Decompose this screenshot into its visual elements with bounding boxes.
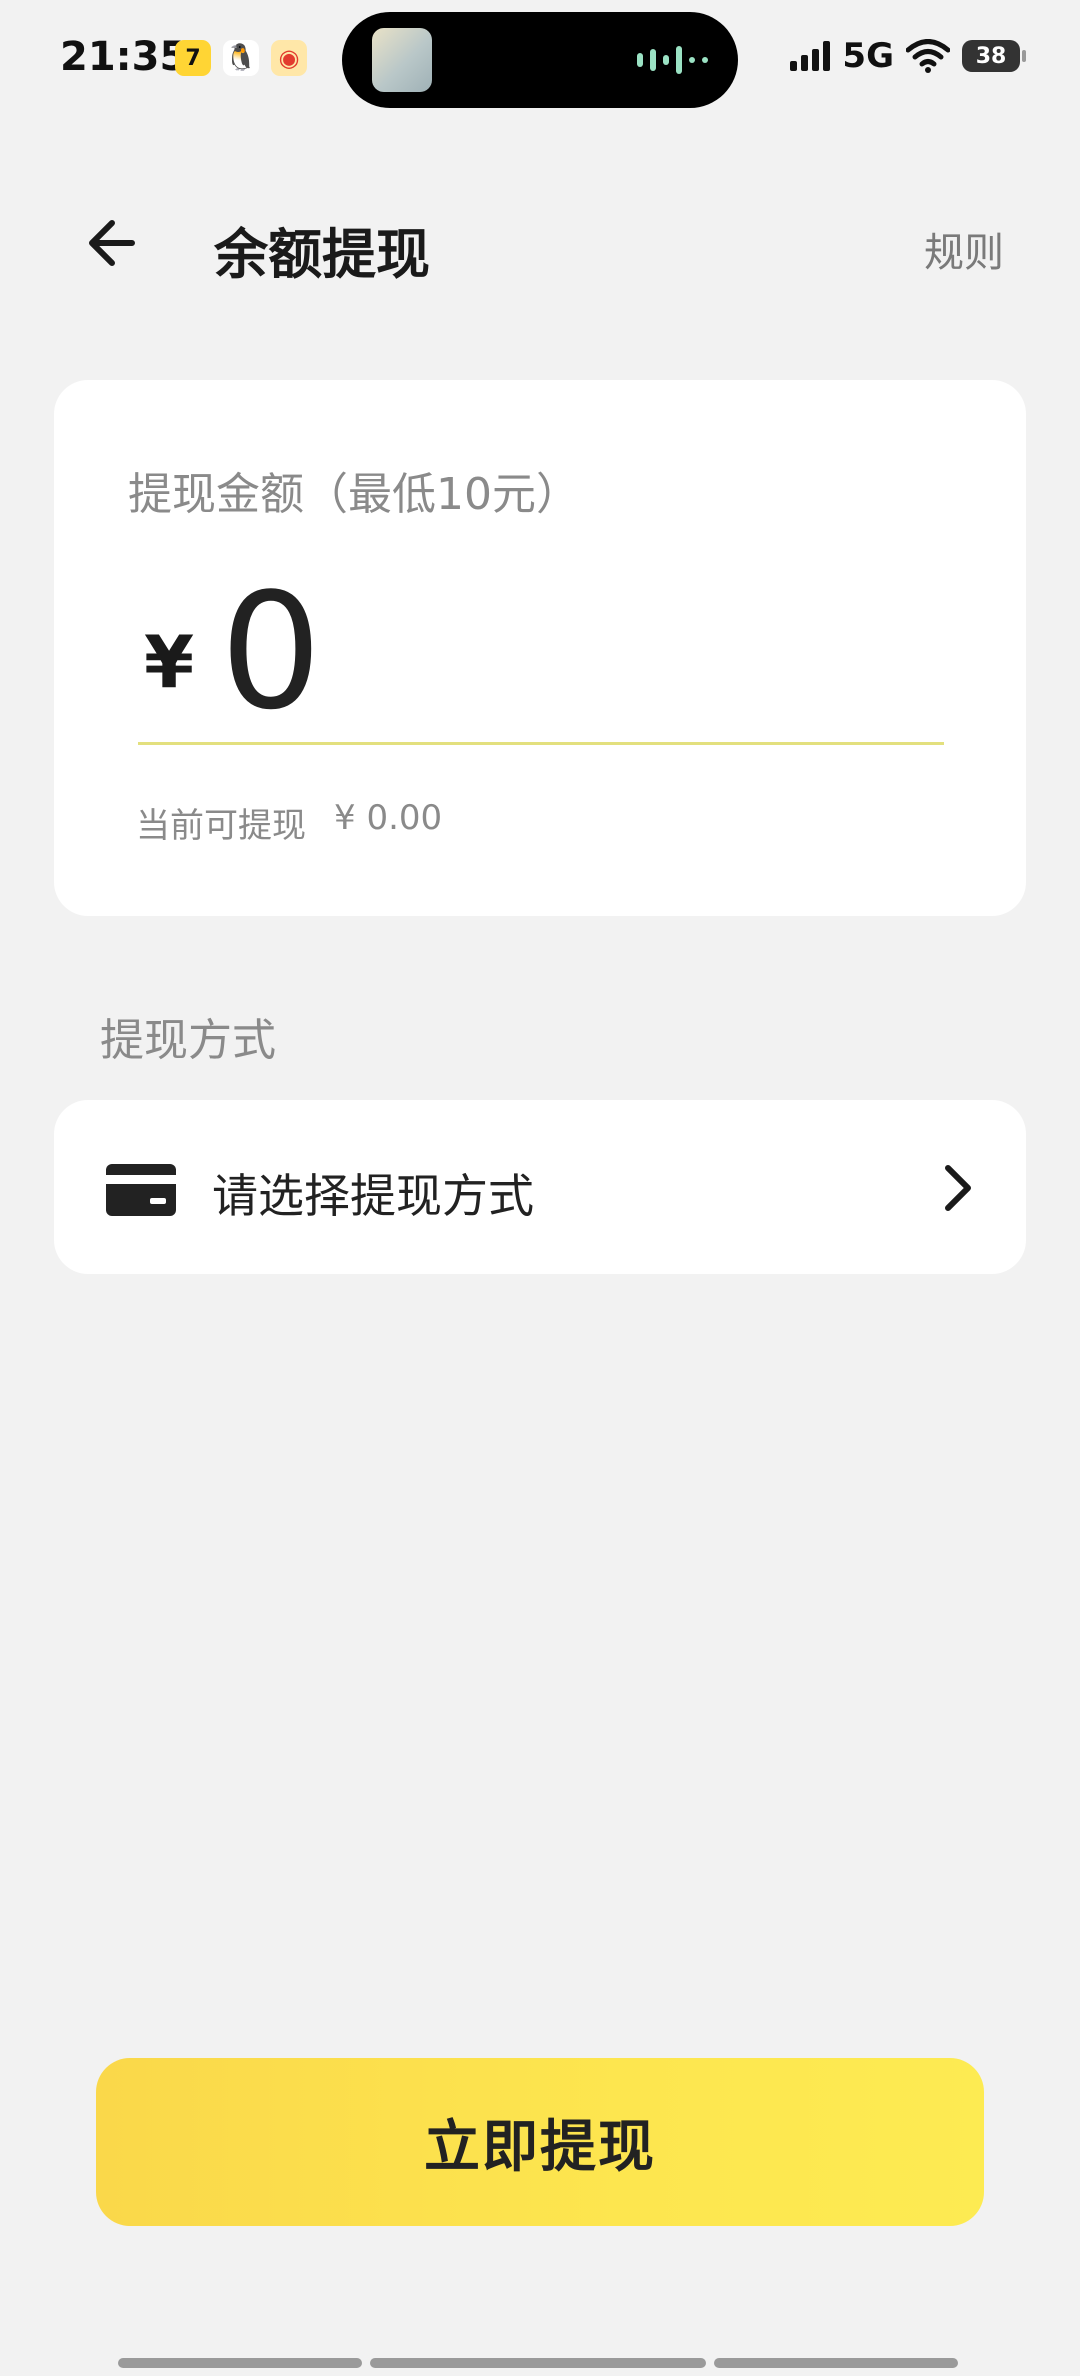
- album-art-icon: [372, 28, 432, 92]
- app-7-icon: 7: [175, 40, 211, 76]
- chevron-right-icon: [945, 1165, 971, 1211]
- method-section-title: 提现方式: [100, 1015, 276, 1066]
- method-select-label: 请选择提现方式: [212, 1169, 534, 1223]
- signal-icon: [790, 41, 831, 71]
- status-bar: 21:35 7 🐧 ◉ 5G 38: [0, 0, 1080, 120]
- amount-underline: [138, 742, 944, 745]
- amount-input[interactable]: 0: [220, 572, 920, 732]
- status-time: 21:35: [60, 34, 188, 80]
- system-icons: 5G 38: [790, 36, 1026, 76]
- battery-icon: 38: [962, 40, 1026, 72]
- wifi-icon: [906, 39, 950, 73]
- notification-icons: 7 🐧 ◉: [175, 40, 307, 76]
- available-label: 当前可提现: [136, 806, 306, 846]
- amount-label: 提现金额（最低10元）: [128, 469, 580, 520]
- withdraw-method-selector[interactable]: 请选择提现方式: [54, 1100, 1026, 1274]
- amount-card: 提现金额（最低10元） ¥ 0 当前可提现 ¥ 0.00: [54, 380, 1026, 916]
- bank-card-icon: [106, 1164, 176, 1216]
- home-indicator[interactable]: [118, 2358, 958, 2368]
- weibo-icon: ◉: [271, 40, 307, 76]
- audio-wave-icon: [637, 46, 708, 74]
- qq-icon: 🐧: [223, 40, 259, 76]
- withdraw-now-button[interactable]: 立即提现: [96, 2058, 984, 2226]
- available-amount: ¥ 0.00: [334, 798, 443, 838]
- network-type: 5G: [842, 36, 894, 76]
- back-arrow-icon[interactable]: [80, 208, 150, 278]
- rules-link[interactable]: 规则: [924, 220, 1004, 278]
- page-title: 余额提现: [214, 223, 430, 286]
- currency-symbol: ¥: [144, 620, 195, 704]
- dynamic-island[interactable]: [342, 12, 738, 108]
